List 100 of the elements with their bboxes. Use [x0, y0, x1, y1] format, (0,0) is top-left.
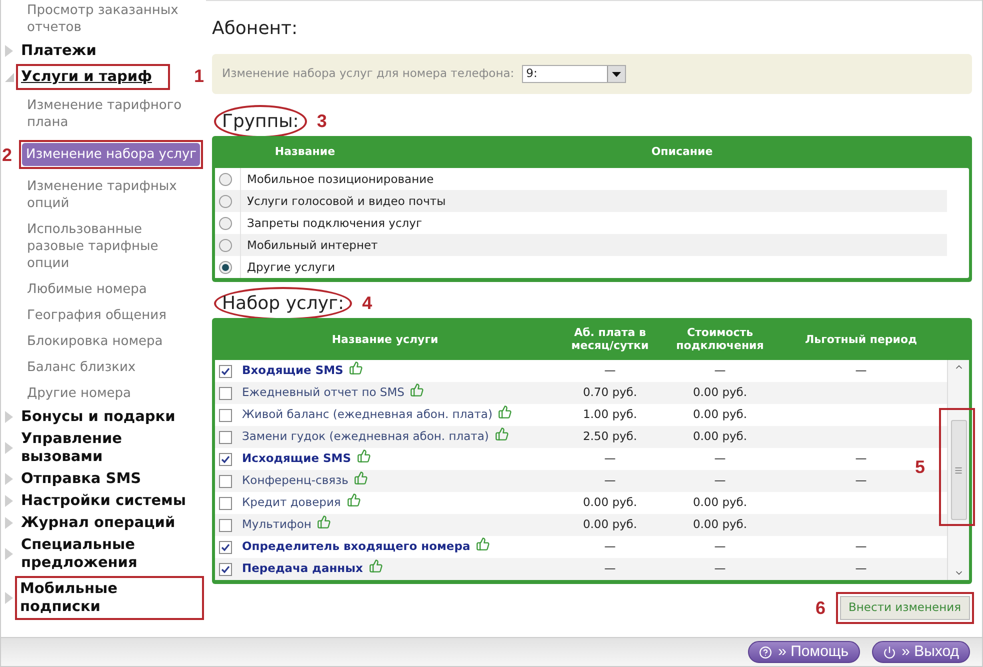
annotation-number: 2: [2, 145, 12, 165]
column-header: Название: [274, 144, 336, 160]
thumbs-up-icon: [498, 405, 512, 419]
checkbox[interactable]: [219, 518, 232, 532]
table-cell-text: —: [713, 472, 727, 490]
table-cell-text: —: [713, 538, 727, 556]
radio-button[interactable]: [219, 216, 232, 230]
collapsed-triangle-icon: [5, 45, 13, 57]
collapsed-triangle-icon: [5, 473, 13, 485]
table-cell-text: —: [855, 450, 867, 468]
thumbs-up-icon: [354, 471, 368, 485]
collapsed-triangle-icon: [5, 592, 13, 604]
table-cell-text: —: [855, 560, 867, 578]
help-button[interactable]: » Помощь: [748, 641, 860, 663]
exit-button[interactable]: » Выход: [872, 641, 970, 663]
annotation-number: 1: [194, 66, 204, 86]
radio-button[interactable]: [219, 172, 232, 186]
service-name: Живой баланс (ежедневная абон. плата): [242, 406, 492, 424]
table-cell-text: —: [603, 450, 617, 468]
sidebar-subitem[interactable]: Любимые номера: [27, 281, 147, 298]
collapsed-triangle-icon: [5, 442, 13, 454]
checkbox[interactable]: [219, 364, 232, 378]
annotation-number: 4: [362, 294, 372, 312]
table-cell-text: —: [855, 362, 867, 380]
sidebar-section[interactable]: Мобильные подписки: [20, 580, 199, 616]
table-cell-text: —: [855, 472, 867, 490]
column-header: Стоимость подключения: [675, 326, 765, 352]
checkbox[interactable]: [219, 474, 232, 488]
radio-button[interactable]: [219, 260, 232, 274]
table-cell-text: —: [603, 560, 617, 578]
checkbox[interactable]: [219, 430, 232, 444]
sidebar-section[interactable]: Отправка SMS: [21, 470, 142, 488]
table-cell-text: —: [603, 538, 617, 556]
sidebar-subitem[interactable]: Изменение тарифных опций: [27, 178, 200, 212]
checkbox[interactable]: [219, 562, 232, 576]
checkbox[interactable]: [219, 408, 232, 422]
service-name: Передача данных: [242, 560, 363, 578]
sidebar-section[interactable]: Журнал операций: [21, 514, 176, 532]
service-name: Конференц-связь: [242, 472, 348, 490]
thumbs-up-icon: [476, 537, 490, 551]
sidebar-subitem[interactable]: Изменение тарифного плана: [27, 97, 200, 131]
sidebar-section[interactable]: Управление вызовами: [21, 430, 204, 466]
table-cell-text: —: [603, 362, 617, 380]
grip-icon: [954, 466, 963, 474]
service-name: Исходящие SMS: [242, 450, 352, 468]
table-cell-text: —: [713, 450, 727, 468]
column-header: Аб. плата в месяц/сутки: [570, 326, 650, 352]
service-name: Мультифон: [242, 516, 312, 534]
checkbox[interactable]: [219, 386, 232, 400]
table-cell-text: 0.00 руб.: [692, 494, 748, 512]
checkbox[interactable]: [219, 452, 232, 466]
thumbs-up-icon: [368, 559, 383, 573]
table-cell-text: 0.00 руб.: [582, 516, 638, 534]
thumbs-up-icon: [349, 361, 364, 375]
thumbs-up-icon: [357, 449, 372, 463]
page-title: Абонент:: [212, 17, 299, 41]
annotation-number: 5: [914, 458, 925, 476]
collapsed-triangle-icon: [5, 495, 13, 507]
collapsed-triangle-icon: [5, 548, 13, 560]
table-cell-text: —: [713, 560, 727, 578]
help-icon: [759, 646, 772, 658]
service-name: Ежедневный отчет по SMS: [242, 384, 404, 402]
scrollbar-thumb[interactable]: [950, 420, 966, 520]
checkbox[interactable]: [219, 540, 232, 554]
phone-label: Изменение набора услуг для номера телефона:: [222, 65, 514, 82]
sidebar-section[interactable]: Платежи: [21, 42, 96, 60]
column-header: Название услуги: [330, 332, 440, 346]
annotation-number: 3: [316, 112, 327, 130]
service-name: Входящие SMS: [242, 362, 344, 380]
table-cell-text: —: [713, 362, 727, 380]
column-header: Описание: [650, 144, 714, 160]
scrollbar[interactable]: [947, 360, 969, 580]
sidebar-section[interactable]: Услуги и тариф: [21, 68, 165, 86]
power-icon: [882, 646, 896, 658]
sidebar-subitem[interactable]: География общения: [27, 307, 166, 324]
radio-button[interactable]: [219, 194, 232, 208]
sidebar-section[interactable]: Бонусы и подарки: [21, 408, 176, 426]
sidebar-subitem[interactable]: Другие номера: [27, 385, 131, 402]
collapsed-triangle-icon: [5, 411, 13, 423]
thumbs-up-icon: [317, 515, 332, 529]
sidebar-subitem[interactable]: Блокировка номера: [27, 333, 163, 350]
thumbs-up-icon: [346, 493, 361, 507]
sidebar-subitem[interactable]: Просмотр заказанных отчетов: [27, 2, 200, 36]
sidebar-section[interactable]: Специальные предложения: [21, 536, 204, 572]
sidebar-subitem[interactable]: Баланс близких: [27, 359, 136, 376]
table-cell-text: 0.00 руб.: [692, 406, 748, 424]
table-cell-text: 1.00 руб.: [582, 406, 638, 424]
sidebar-subitem[interactable]: Использованные разовые тарифные опции: [27, 221, 200, 272]
table-cell-text: 2.50 руб.: [582, 428, 638, 446]
dropdown-arrow-icon: [612, 72, 622, 76]
phone-select[interactable]: 9:: [522, 65, 626, 83]
thumbs-up-icon: [410, 383, 424, 397]
table-cell-text: —: [603, 472, 617, 490]
sidebar-subitem[interactable]: Изменение набора услуг: [22, 143, 200, 166]
column-header: Льготный период: [804, 332, 918, 346]
table-cell-text: 0.00 руб.: [692, 428, 748, 446]
checkbox[interactable]: [219, 496, 232, 510]
radio-button[interactable]: [219, 238, 232, 252]
sidebar-section[interactable]: Настройки системы: [21, 492, 186, 510]
table-cell-text: 0.00 руб.: [692, 384, 748, 402]
